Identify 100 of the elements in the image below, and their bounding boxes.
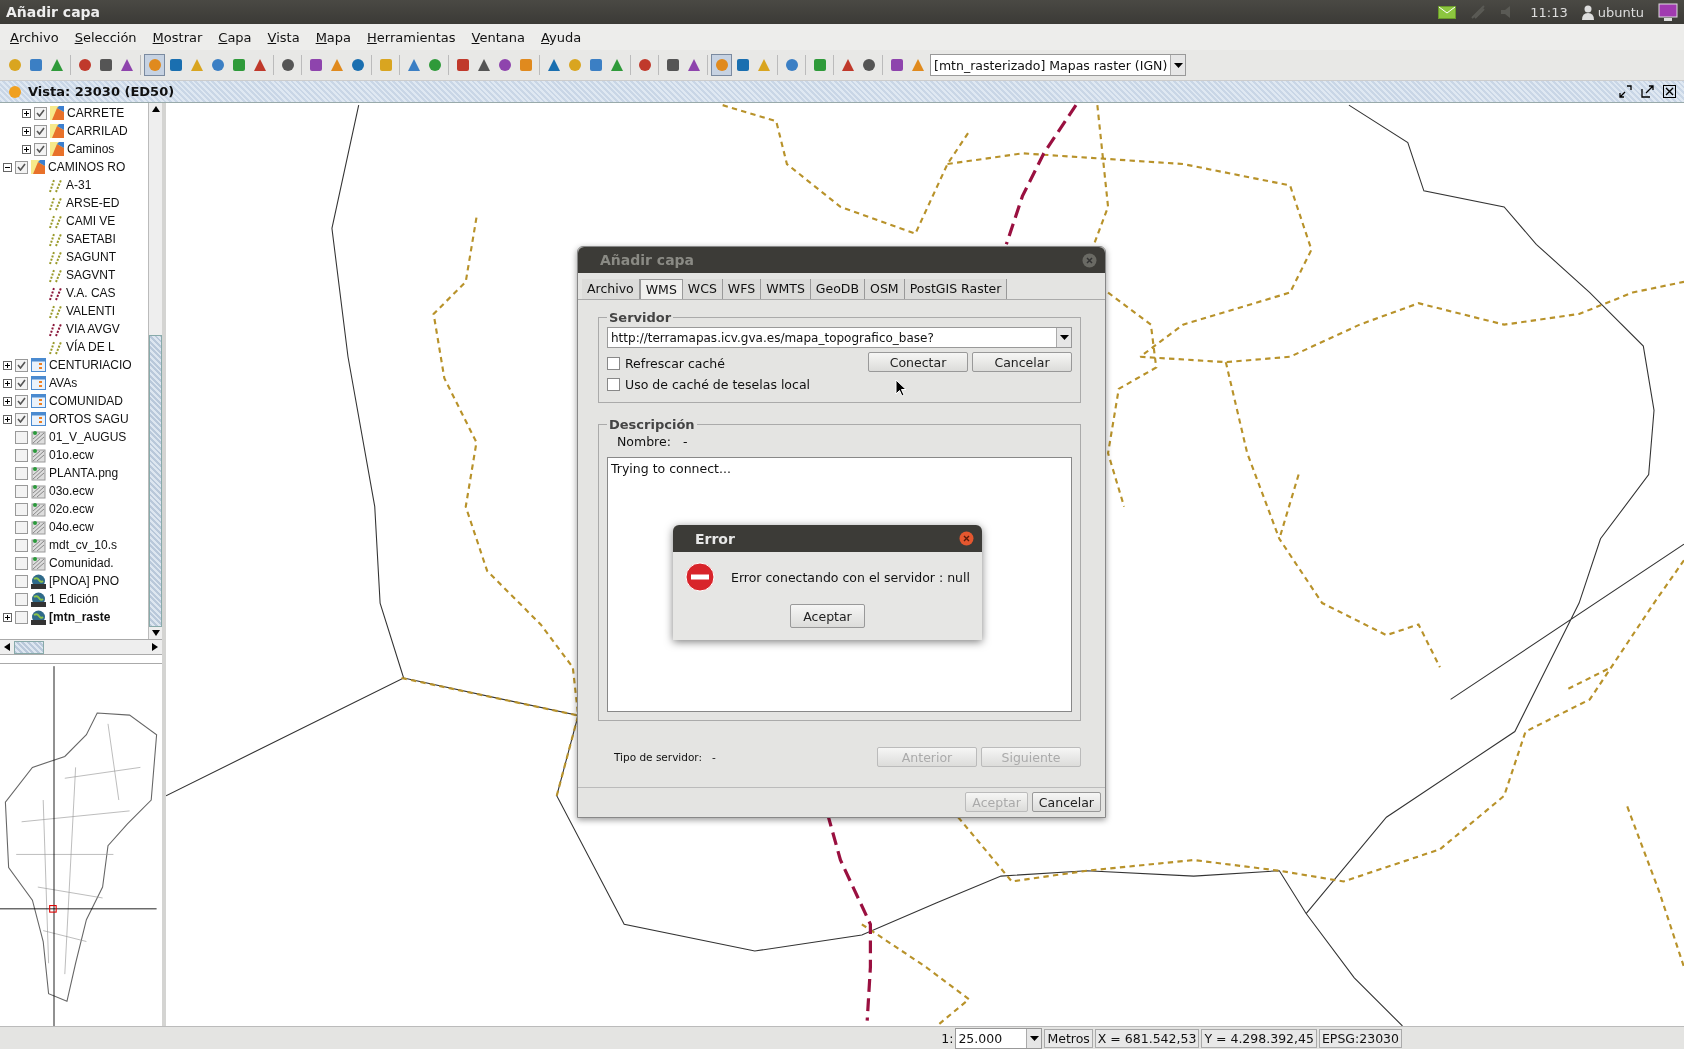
collapse-icon[interactable] — [3, 162, 12, 172]
scroll-down-icon[interactable] — [151, 630, 160, 636]
layer-checkbox[interactable] — [15, 466, 28, 480]
layer-checkbox[interactable] — [15, 160, 28, 174]
layer-name[interactable]: Comunidad. — [49, 556, 114, 570]
scrollbar-thumb[interactable] — [149, 335, 162, 627]
layer-name[interactable]: VALENTI — [66, 304, 116, 318]
layer-name[interactable]: CENTURIACIO — [49, 358, 132, 372]
layer-name[interactable]: Caminos — [67, 142, 115, 156]
layer-name[interactable]: 04o.ecw — [49, 520, 94, 534]
layer-name[interactable]: ARSE-ED — [66, 196, 120, 210]
menu-item[interactable]: Capa — [218, 29, 252, 45]
cancel-button[interactable]: Cancelar — [972, 352, 1072, 372]
expand-icon[interactable] — [22, 108, 31, 118]
layer-name[interactable]: A-31 — [66, 178, 92, 192]
triangle-icon — [545, 57, 562, 73]
menu-item[interactable]: Mapa — [315, 29, 352, 45]
layer-name[interactable]: VÍA DE L — [66, 340, 115, 354]
connect-button[interactable]: Conectar — [868, 352, 968, 372]
monitor-icon[interactable] — [1658, 2, 1678, 22]
clock[interactable]: 11:13 — [1530, 4, 1568, 20]
layer-name[interactable]: CAMINOS RO — [48, 160, 126, 174]
tab[interactable]: PostGIS Raster — [904, 279, 1008, 299]
expand-icon[interactable] — [3, 414, 12, 424]
menu-item[interactable]: Ayuda — [541, 29, 582, 45]
layer-name[interactable]: AVAs — [49, 376, 78, 390]
scroll-up-icon[interactable] — [151, 106, 160, 112]
checkbox[interactable] — [607, 357, 620, 370]
tab[interactable]: OSM — [865, 279, 905, 299]
dialog-button[interactable]: Cancelar — [1031, 792, 1101, 812]
expand-icon[interactable] — [3, 360, 12, 370]
menu-item[interactable]: Archivo — [10, 29, 59, 45]
mail-icon[interactable] — [1438, 5, 1457, 19]
menu-item[interactable]: Selección — [74, 29, 137, 45]
tab[interactable]: WMS — [639, 279, 683, 299]
layer-checkbox[interactable] — [15, 376, 28, 390]
menu-item[interactable]: Mostrar — [152, 29, 203, 45]
layer-checkbox[interactable] — [15, 358, 28, 372]
layer-name[interactable]: mdt_cv_10.s — [49, 538, 118, 552]
layer-name[interactable]: [PNOA] PNO — [49, 574, 119, 588]
tab[interactable]: WMTS — [761, 279, 811, 299]
layer-name[interactable]: 03o.ecw — [49, 484, 94, 498]
layer-name[interactable]: SAETABI — [66, 232, 116, 246]
layer-name[interactable]: CARRETE — [67, 106, 125, 120]
layer-name[interactable]: VIA AVGV — [66, 322, 120, 336]
layer-name[interactable]: V.A. CAS — [66, 286, 116, 300]
layer-checkbox[interactable] — [15, 412, 28, 426]
expand-icon[interactable] — [3, 396, 12, 406]
layer-checkbox[interactable] — [15, 610, 28, 624]
checkbox[interactable] — [607, 378, 620, 391]
circle-icon — [713, 57, 730, 73]
layer-checkbox[interactable] — [15, 556, 28, 570]
layer-checkbox[interactable] — [34, 124, 47, 138]
maximize-icon[interactable] — [1641, 85, 1654, 98]
layer-name[interactable]: 02o.ecw — [49, 502, 94, 516]
layer-checkbox[interactable] — [15, 448, 28, 462]
menu-item[interactable]: Herramientas — [367, 29, 456, 45]
layer-name[interactable]: 01o.ecw — [49, 448, 94, 462]
layer-checkbox[interactable] — [34, 106, 47, 120]
scrollbar-thumb[interactable] — [14, 640, 44, 654]
layer-name[interactable]: PLANTA.png — [49, 466, 119, 480]
layer-name[interactable]: [mtn_raste — [49, 610, 111, 624]
layer-checkbox[interactable] — [15, 502, 28, 516]
layer-checkbox[interactable] — [34, 142, 47, 156]
layer-name[interactable]: 01_V_AUGUS — [49, 430, 127, 444]
layer-name[interactable]: 1 Edición — [49, 592, 99, 606]
expand-icon[interactable] — [22, 144, 31, 154]
tab[interactable]: Archivo — [582, 279, 640, 299]
accept-button[interactable]: Aceptar — [790, 604, 865, 628]
layer-name[interactable]: SAGVNT — [66, 268, 116, 282]
horizontal-scrollbar[interactable] — [0, 640, 162, 655]
layer-checkbox[interactable] — [15, 430, 28, 444]
layer-dropdown[interactable]: [mtn_rasterizado] Mapas raster (IGN) — [930, 54, 1187, 76]
layer-checkbox[interactable] — [15, 394, 28, 408]
layer-name[interactable]: CAMI VE — [66, 214, 116, 228]
scroll-right-icon[interactable] — [152, 643, 158, 651]
layer-checkbox[interactable] — [15, 592, 28, 606]
layer-name[interactable]: SAGUNT — [66, 250, 116, 264]
restore-icon[interactable] — [1619, 85, 1632, 98]
user-name[interactable]: ubuntu — [1597, 4, 1644, 20]
layer-name[interactable]: ORTOS SAGU — [49, 412, 129, 426]
menu-item[interactable]: Vista — [267, 29, 300, 45]
layer-checkbox[interactable] — [15, 520, 28, 534]
scroll-left-icon[interactable] — [4, 643, 10, 651]
layer-checkbox[interactable] — [15, 574, 28, 588]
layer-checkbox[interactable] — [15, 538, 28, 552]
expand-icon[interactable] — [3, 612, 12, 622]
close-icon[interactable] — [1663, 85, 1676, 98]
scale-dropdown[interactable]: 25.000 — [955, 1027, 1043, 1049]
layer-name[interactable]: CARRILAD — [67, 124, 128, 138]
menu-item[interactable]: Ventana — [471, 29, 525, 45]
vertical-scrollbar[interactable] — [148, 103, 162, 639]
server-url-dropdown[interactable]: http://terramapas.icv.gva.es/mapa_topografico_base? — [607, 327, 1072, 348]
expand-icon[interactable] — [22, 126, 31, 136]
layer-name[interactable]: COMUNIDAD — [49, 394, 123, 408]
tab[interactable]: WFS — [722, 279, 762, 299]
expand-icon[interactable] — [3, 378, 12, 388]
tab[interactable]: GeoDB — [810, 279, 866, 299]
tab[interactable]: WCS — [682, 279, 723, 299]
layer-checkbox[interactable] — [15, 484, 28, 498]
